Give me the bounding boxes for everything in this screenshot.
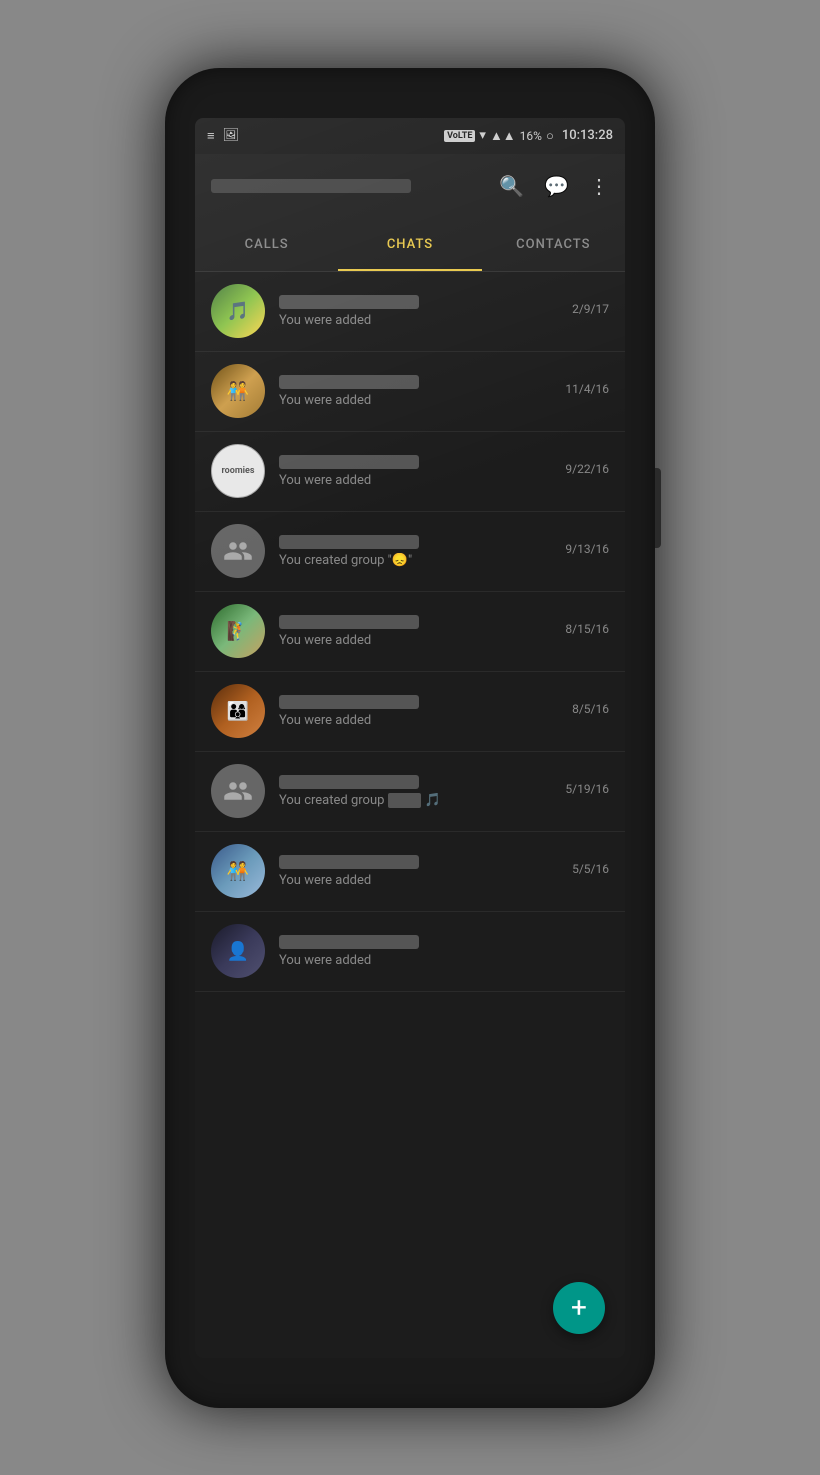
tab-calls[interactable]: CALLS: [195, 218, 338, 271]
tab-chats[interactable]: CHATS: [338, 218, 481, 271]
clock: 10:13:28: [562, 128, 613, 143]
chat-item[interactable]: You created group "😞" 9/13/16: [195, 512, 625, 592]
chat-meta: 2/9/17: [572, 302, 609, 320]
chat-item[interactable]: 👨‍👩‍👦 You were added 8/5/16: [195, 672, 625, 752]
chat-item[interactable]: 🧑‍🤝‍🧑 You were added 5/5/16: [195, 832, 625, 912]
chat-item[interactable]: roomies You were added 9/22/16: [195, 432, 625, 512]
chat-icon[interactable]: 💬: [544, 174, 569, 198]
chat-item[interactable]: 🎵 You were added 2/9/17: [195, 272, 625, 352]
chat-preview: You created group "😞": [279, 553, 557, 568]
chat-content: You were added: [279, 455, 557, 488]
chat-content: You were added: [279, 855, 564, 888]
new-chat-fab[interactable]: +: [553, 1282, 605, 1334]
status-left-icons: ≡ 🖼: [207, 128, 239, 144]
image-icon: 🖼: [223, 128, 240, 143]
chat-item[interactable]: You created group 🎵 5/19/16: [195, 752, 625, 832]
more-options-icon[interactable]: ⋮: [589, 174, 609, 198]
phone-screen: ≡ 🖼 VoLTE ▾ ▲▲ 16% ○ 10:13:28 🔍 💬 ⋮: [195, 118, 625, 1358]
chat-name: [279, 295, 419, 309]
wifi-icon: ▾: [479, 128, 486, 143]
chat-content: You were added: [279, 295, 564, 328]
chat-meta: 9/22/16: [565, 462, 609, 480]
chat-meta: 8/5/16: [572, 702, 609, 720]
avatar: [211, 764, 265, 818]
chat-meta: 8/15/16: [565, 622, 609, 640]
chat-preview: You were added: [279, 953, 601, 968]
chat-item[interactable]: 🧗 You were added 8/15/16: [195, 592, 625, 672]
chat-name: [279, 935, 419, 949]
chat-name: [279, 855, 419, 869]
chat-meta: 11/4/16: [565, 382, 609, 400]
avatar: 👤: [211, 924, 265, 978]
chat-item[interactable]: 👤 You were added: [195, 912, 625, 992]
avatar: 🎵: [211, 284, 265, 338]
chat-list: 🎵 You were added 2/9/17 🧑‍🤝‍🧑 You were a: [195, 272, 625, 1358]
chat-preview: You were added: [279, 713, 564, 728]
fab-plus-icon: +: [571, 1291, 587, 1324]
chat-content: You were added: [279, 615, 557, 648]
chat-content: You created group "😞": [279, 535, 557, 568]
avatar: 🧑‍🤝‍🧑: [211, 844, 265, 898]
chat-content: You created group 🎵: [279, 775, 557, 808]
chat-date: 8/15/16: [565, 622, 609, 636]
chat-content: You were added: [279, 695, 564, 728]
tab-bar: CALLS CHATS CONTACTS: [195, 218, 625, 272]
search-icon[interactable]: 🔍: [499, 174, 524, 198]
phone-device: ≡ 🖼 VoLTE ▾ ▲▲ 16% ○ 10:13:28 🔍 💬 ⋮: [165, 68, 655, 1408]
chat-name: [279, 775, 419, 789]
chat-date: 9/13/16: [565, 542, 609, 556]
tab-contacts[interactable]: CONTACTS: [482, 218, 625, 271]
battery-icon: ○: [546, 128, 554, 144]
chat-name: [279, 535, 419, 549]
avatar: 👨‍👩‍👦: [211, 684, 265, 738]
app-header: 🔍 💬 ⋮: [195, 154, 625, 218]
chat-date: 8/5/16: [572, 702, 609, 716]
avatar: [211, 524, 265, 578]
chat-date: 2/9/17: [572, 302, 609, 316]
chat-date: 11/4/16: [565, 382, 609, 396]
chat-preview: You created group 🎵: [279, 793, 557, 808]
chat-date: 9/22/16: [565, 462, 609, 476]
app-title: [211, 179, 499, 193]
chat-preview: You were added: [279, 313, 564, 328]
chat-preview: You were added: [279, 873, 564, 888]
chat-name: [279, 375, 419, 389]
chat-name: [279, 615, 419, 629]
chat-preview: You were added: [279, 473, 557, 488]
chat-preview: You were added: [279, 633, 557, 648]
notification-icon: ≡: [207, 128, 215, 144]
status-bar: ≡ 🖼 VoLTE ▾ ▲▲ 16% ○ 10:13:28: [195, 118, 625, 154]
chat-preview: You were added: [279, 393, 557, 408]
chat-name: [279, 695, 419, 709]
chat-content: You were added: [279, 375, 557, 408]
avatar: 🧑‍🤝‍🧑: [211, 364, 265, 418]
side-button[interactable]: [655, 468, 661, 548]
chat-item[interactable]: 🧑‍🤝‍🧑 You were added 11/4/16: [195, 352, 625, 432]
chat-content: You were added: [279, 935, 601, 968]
volte-badge: VoLTE: [444, 130, 475, 142]
avatar: 🧗: [211, 604, 265, 658]
chat-date: 5/19/16: [565, 782, 609, 796]
chat-name: [279, 455, 419, 469]
chat-meta: 5/19/16: [565, 782, 609, 800]
avatar: roomies: [211, 444, 265, 498]
chat-meta: 5/5/16: [572, 862, 609, 880]
chat-meta: 9/13/16: [565, 542, 609, 560]
chat-date: 5/5/16: [572, 862, 609, 876]
status-right-info: VoLTE ▾ ▲▲ 16% ○ 10:13:28: [444, 128, 613, 144]
header-action-icons: 🔍 💬 ⋮: [499, 174, 609, 198]
signal-icon: ▲▲: [490, 128, 516, 144]
battery-level: 16%: [520, 129, 542, 143]
